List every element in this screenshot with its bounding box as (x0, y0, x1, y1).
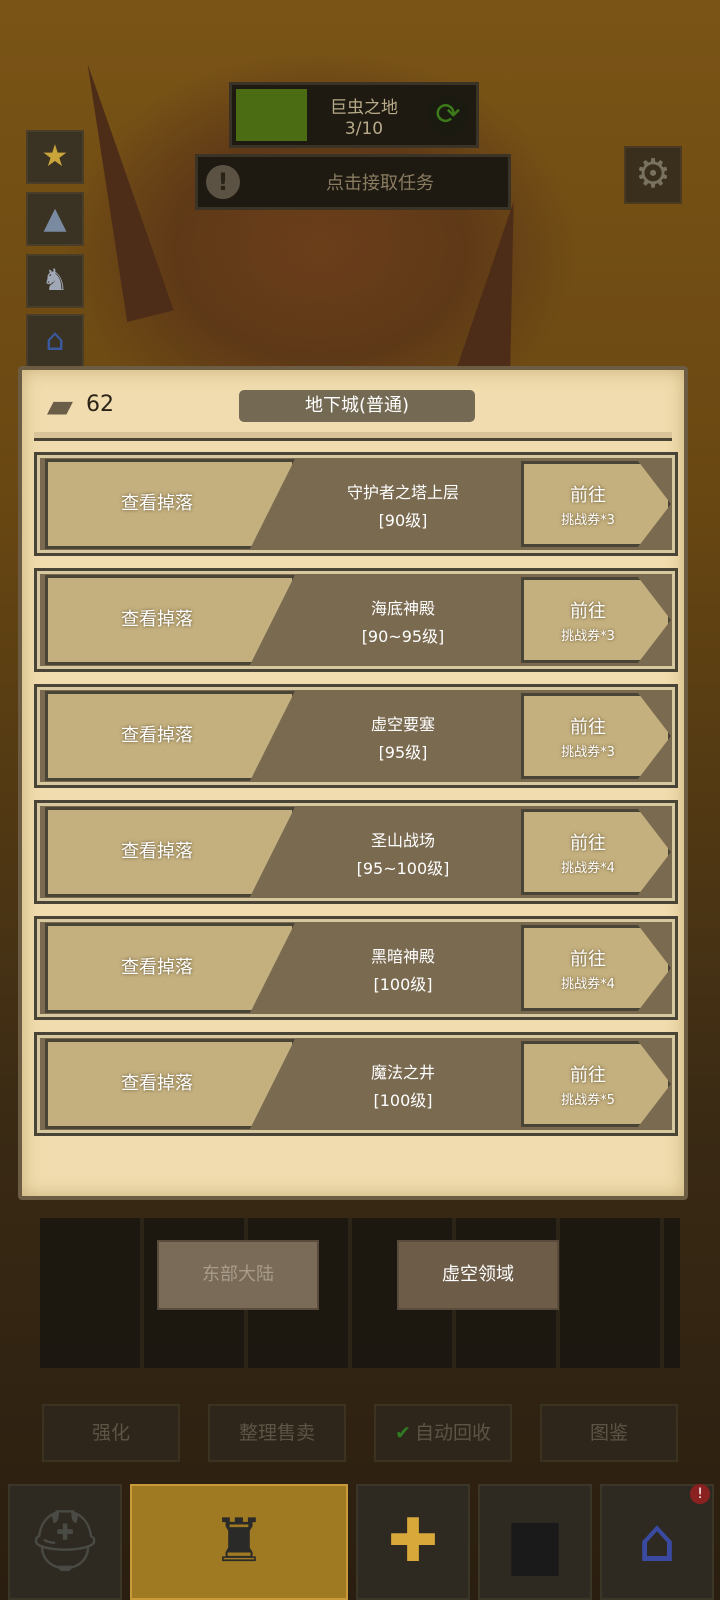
dungeon-level: [95级] (378, 743, 428, 762)
view-drops-label: 查看掉落 (121, 493, 193, 514)
sell-button[interactable]: 整理售卖 (208, 1404, 346, 1462)
dungeon-row: 查看掉落 圣山战场 [95~100级] 前往 挑战券*4 (34, 800, 678, 904)
dungeon-level: [100级] (373, 1091, 433, 1110)
ticket-cost: 挑战券*4 (561, 861, 615, 876)
bell-icon[interactable]: ▲ (26, 192, 84, 246)
dungeon-level: [95~100级] (356, 859, 450, 878)
go-label: 前往 (570, 949, 606, 970)
accept-task-bar[interactable]: ! 点击接取任务 (195, 154, 511, 210)
east-continent-button[interactable]: 东部大陆 (157, 1240, 319, 1310)
ticket-count: 62 (86, 392, 114, 417)
knight-icon[interactable]: ♞ (26, 254, 84, 308)
dungeon-row: 查看掉落 守护者之塔上层 [90级] 前往 挑战券*3 (34, 452, 678, 556)
dungeon-row: 查看掉落 海底神殿 [90~95级] 前往 挑战券*3 (34, 568, 678, 672)
view-drops-label: 查看掉落 (121, 957, 193, 978)
helmet-tab-icon[interactable]: ⛑ (8, 1484, 122, 1600)
go-label: 前往 (570, 1065, 606, 1086)
view-drops-label: 查看掉落 (121, 609, 193, 630)
go-label: 前往 (570, 485, 606, 506)
armor-tab-icon[interactable]: ♜ (130, 1484, 348, 1600)
dungeon-level: [100级] (373, 975, 433, 994)
house-icon[interactable]: ⌂ (26, 314, 84, 368)
quest-progress-fill (236, 89, 307, 141)
dungeon-name: 守护者之塔上层 (346, 483, 459, 502)
ticket-icon: ▰ (46, 386, 74, 426)
dungeon-name: 海底神殿 (370, 599, 435, 618)
auto-recycle-label: 自动回收 (414, 1422, 491, 1444)
alert-icon: ! (206, 165, 240, 199)
ticket-cost: 挑战券*5 (561, 1093, 615, 1108)
enhance-button[interactable]: 强化 (42, 1404, 180, 1462)
go-label: 前往 (570, 717, 606, 738)
inventory-grid (40, 1218, 680, 1368)
refresh-icon[interactable]: ⟳ (428, 95, 468, 135)
dungeon-row: 查看掉落 黑暗神殿 [100级] 前往 挑战券*4 (34, 916, 678, 1020)
notification-badge: ! (690, 1484, 710, 1504)
ticket-cost: 挑战券*4 (561, 977, 615, 992)
quest-progress-box[interactable]: 巨虫之地 3/10 ⟳ (229, 82, 479, 148)
void-realm-button[interactable]: 虚空领域 (397, 1240, 559, 1310)
view-drops-label: 查看掉落 (121, 1073, 193, 1094)
dungeon-level: [90级] (378, 511, 428, 530)
dungeon-name: 魔法之井 (370, 1063, 435, 1082)
ticket-cost: 挑战券*3 (561, 629, 615, 644)
dungeon-row: 查看掉落 虚空要塞 [95级] 前往 挑战券*3 (34, 684, 678, 788)
panel-divider (34, 432, 672, 441)
ticket-cost: 挑战券*3 (561, 513, 615, 528)
quest-name: 巨虫之地 (330, 98, 398, 118)
auto-recycle-toggle[interactable]: ✔ 自动回收 (374, 1404, 512, 1462)
book-tab-icon[interactable]: ▆ (478, 1484, 592, 1600)
check-icon: ✔ (395, 1422, 411, 1444)
ticket-cost: 挑战券*3 (561, 745, 615, 760)
panel-title: 地下城(普通) (239, 390, 475, 422)
view-drops-label: 查看掉落 (121, 725, 193, 746)
go-label: 前往 (570, 833, 606, 854)
dungeon-name: 圣山战场 (370, 831, 435, 850)
cross-tab-icon[interactable]: ✚ (356, 1484, 470, 1600)
dungeon-name: 黑暗神殿 (370, 947, 435, 966)
go-label: 前往 (570, 601, 606, 622)
dungeon-name: 虚空要塞 (370, 715, 435, 734)
star-icon[interactable]: ★ (26, 130, 84, 184)
view-drops-label: 查看掉落 (121, 841, 193, 862)
settings-gear-icon[interactable]: ⚙ (624, 146, 682, 204)
accept-task-text: 点击接取任务 (326, 173, 434, 194)
dungeon-list: 查看掉落 守护者之塔上层 [90级] 前往 挑战券*3 查看掉落 海底神殿 [9… (34, 452, 678, 1148)
catalog-button[interactable]: 图鉴 (540, 1404, 678, 1462)
dungeon-panel: ▰ 62 地下城(普通) 查看掉落 守护者之塔上层 [90级] 前往 挑战券*3… (18, 366, 688, 1200)
dungeon-row: 查看掉落 魔法之井 [100级] 前往 挑战券*5 (34, 1032, 678, 1136)
quest-progress-count: 3/10 (344, 119, 384, 139)
dungeon-level: [90~95级] (361, 627, 445, 646)
